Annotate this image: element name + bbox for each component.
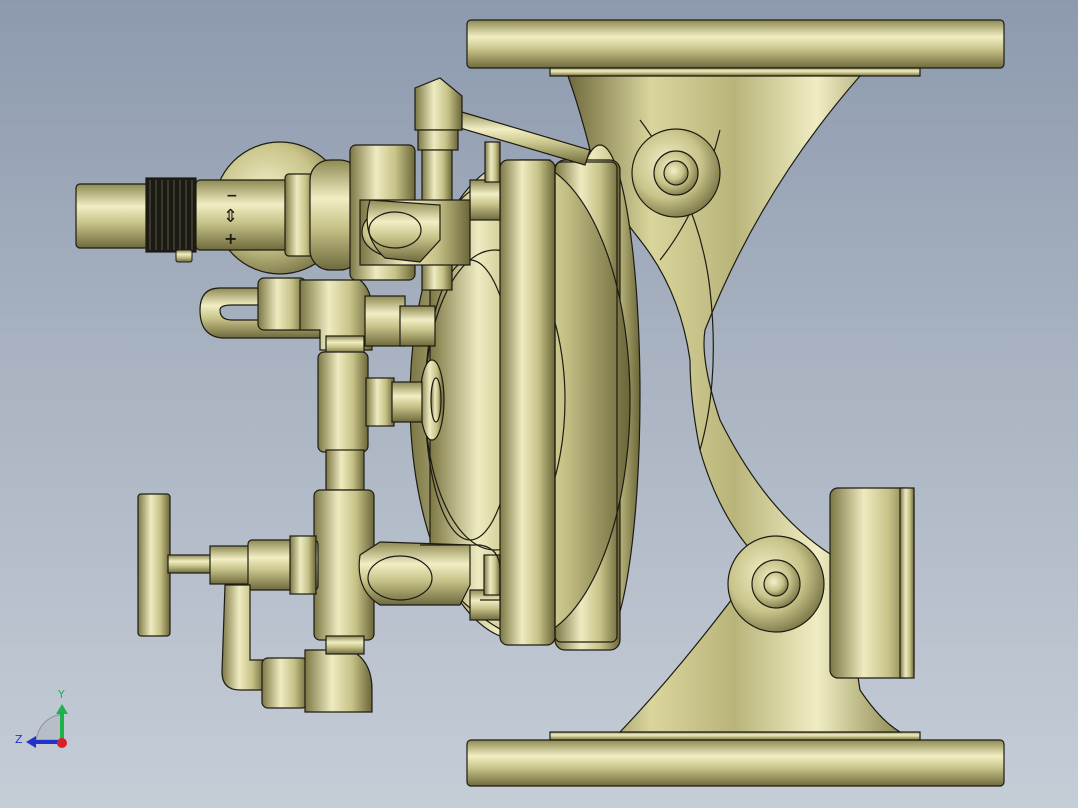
needle-valve[interactable] bbox=[137, 489, 375, 713]
t-handle-bar bbox=[137, 493, 171, 637]
triad-z-label: Z bbox=[15, 733, 23, 746]
adjuster-marks: − ⇕ + bbox=[223, 188, 238, 248]
minus-mark: − bbox=[226, 188, 238, 204]
bottom-flange bbox=[466, 739, 1005, 787]
valve-assembly-model[interactable]: − ⇕ + bbox=[0, 0, 1078, 808]
arrows-mark: ⇕ bbox=[223, 206, 238, 227]
adjuster-knurl bbox=[145, 177, 197, 253]
tee-fitting[interactable] bbox=[317, 351, 423, 491]
adjuster-tab bbox=[175, 249, 193, 263]
t-handle-stem bbox=[167, 554, 214, 574]
top-flange bbox=[466, 19, 1005, 69]
upper-fittings[interactable] bbox=[199, 277, 436, 355]
x-axis-icon bbox=[57, 738, 67, 748]
coordinate-triad bbox=[26, 704, 68, 748]
triad-y-label: Y bbox=[58, 688, 65, 701]
plus-mark: + bbox=[224, 229, 237, 248]
cad-viewport[interactable]: − ⇕ + Y Z bbox=[0, 0, 1078, 808]
